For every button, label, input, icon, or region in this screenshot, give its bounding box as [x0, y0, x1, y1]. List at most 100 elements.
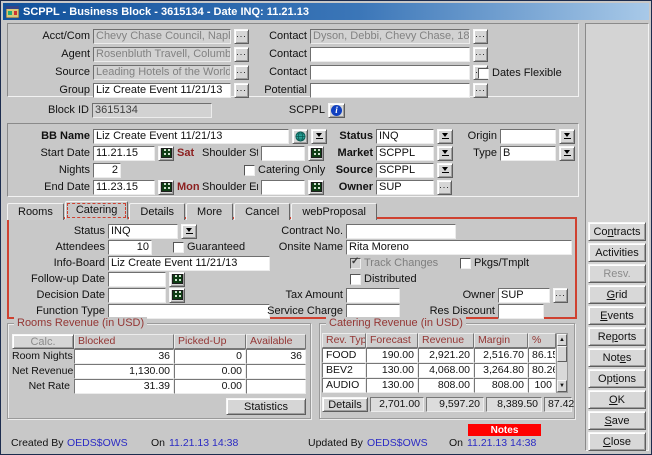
start-date-field[interactable]: 11.21.15	[93, 146, 155, 161]
cell: 36	[246, 349, 306, 364]
type-field[interactable]: B	[500, 146, 556, 161]
follow-up-calendar-button[interactable]	[169, 272, 185, 287]
acct-com-field[interactable]: Chevy Chase Council, Naples,	[93, 29, 231, 44]
shoulder-start-calendar-button[interactable]	[308, 146, 324, 161]
potential-lov-button[interactable]: ...	[473, 83, 488, 98]
resort-info-button[interactable]: i	[328, 103, 345, 118]
ok-button[interactable]: OK	[588, 390, 646, 409]
bb-name-field[interactable]: Liz Create Event 11/21/13	[93, 129, 289, 144]
source-lov-button[interactable]: ...	[234, 65, 249, 80]
tab-more[interactable]: More	[186, 203, 233, 220]
bb-owner-lov-button[interactable]: ...	[437, 180, 452, 195]
tab-rooms[interactable]: Rooms	[7, 203, 64, 220]
pkgs-tmplt-checkbox[interactable]	[460, 258, 471, 269]
tax-amount-field[interactable]	[346, 288, 400, 303]
notes-button[interactable]: Notes	[588, 348, 646, 367]
distributed-checkbox[interactable]	[350, 274, 361, 285]
status-dropdown-button[interactable]	[437, 129, 453, 144]
contracts-button[interactable]: Contracts	[588, 222, 646, 241]
bb-owner-field[interactable]: SUP	[376, 180, 434, 195]
nights-field[interactable]: 2	[93, 163, 121, 178]
bb-source-dropdown-button[interactable]	[437, 163, 453, 178]
contact1-lov-button[interactable]: ...	[473, 29, 488, 44]
acct-com-lov-button[interactable]: ...	[234, 29, 249, 44]
tab-bar: Rooms Catering Details More Cancel webPr…	[7, 201, 378, 220]
guaranteed-checkbox[interactable]	[173, 242, 184, 253]
group-lov-button[interactable]: ...	[234, 83, 249, 98]
decision-date-field[interactable]	[108, 288, 166, 303]
cell: 3,264.80	[474, 363, 528, 378]
translate-globe-button[interactable]	[292, 129, 308, 144]
contact1-field[interactable]: Dyson, Debbi, Chevy Chase, 1800-123-	[310, 29, 470, 44]
title-bar[interactable]: SCPPL - Business Block - 3615134 - Date …	[3, 3, 649, 20]
statistics-button[interactable]: Statistics	[226, 398, 306, 415]
contact3-field[interactable]	[310, 65, 470, 80]
res-discount-field[interactable]	[498, 304, 544, 319]
cat-status-field[interactable]: INQ	[108, 224, 178, 239]
status-field[interactable]: INQ	[376, 129, 434, 144]
market-dropdown-button[interactable]	[437, 146, 453, 161]
decision-calendar-button[interactable]	[169, 288, 185, 303]
column-header-forecast: Forecast	[366, 333, 418, 348]
cat-owner-lov-button[interactable]: ...	[553, 288, 568, 303]
catering-only-checkbox[interactable]	[244, 165, 255, 176]
calendar-icon	[161, 182, 172, 192]
start-date-calendar-button[interactable]	[158, 146, 174, 161]
origin-dropdown-button[interactable]	[559, 129, 575, 144]
contact2-field[interactable]	[310, 47, 470, 62]
info-board-field[interactable]: Liz Create Event 11/21/13	[108, 256, 270, 271]
tab-catering[interactable]: Catering	[65, 201, 129, 220]
track-changes-checkbox[interactable]	[350, 258, 361, 269]
activities-button[interactable]: Activities	[588, 243, 646, 262]
tab-cancel[interactable]: Cancel	[234, 203, 290, 220]
group-field[interactable]: Liz Create Event 11/21/13	[93, 83, 231, 98]
events-button[interactable]: Events	[588, 306, 646, 325]
end-date-calendar-button[interactable]	[158, 180, 174, 195]
scroll-up-icon[interactable]: ▲	[557, 334, 567, 346]
options-button[interactable]: Options	[588, 369, 646, 388]
chevron-down-icon	[316, 133, 322, 137]
agent-lov-button[interactable]: ...	[234, 47, 249, 62]
net-rate-label: Net Rate	[12, 379, 74, 394]
reports-button[interactable]: Reports	[588, 327, 646, 346]
bb-source-label: Source	[323, 164, 373, 176]
type-dropdown-button[interactable]	[559, 146, 575, 161]
notes-badge[interactable]: Notes	[468, 424, 541, 436]
cell: 808.00	[474, 378, 528, 393]
details-button[interactable]: Details	[322, 397, 368, 412]
shoulder-end-calendar-button[interactable]	[308, 180, 324, 195]
total-margin: 8,389.50	[486, 397, 542, 412]
potential-field[interactable]	[310, 83, 470, 98]
tab-webproposal[interactable]: webProposal	[291, 203, 377, 220]
resv-button: Resv.	[588, 264, 646, 283]
cell[interactable]: AUDIO	[322, 378, 366, 393]
scroll-down-icon[interactable]: ▼	[557, 380, 567, 392]
tab-details[interactable]: Details	[129, 203, 185, 220]
grid-button[interactable]: Grid	[588, 285, 646, 304]
cat-status-dropdown-button[interactable]	[181, 224, 197, 239]
shoulder-end-field[interactable]	[261, 180, 305, 195]
end-date-field[interactable]: 11.23.15	[93, 180, 155, 195]
origin-field[interactable]	[500, 129, 556, 144]
bb-source-field[interactable]: SCPPL	[376, 163, 434, 178]
cat-owner-field[interactable]: SUP	[498, 288, 550, 303]
account-section: Acct/Com Chevy Chase Council, Naples, ..…	[7, 23, 579, 97]
shoulder-start-field[interactable]	[261, 146, 305, 161]
save-button[interactable]: Save	[588, 411, 646, 430]
market-field[interactable]: SCPPL	[376, 146, 434, 161]
table-scrollbar[interactable]: ▲ ▼	[556, 333, 568, 393]
info-icon: i	[331, 105, 342, 116]
cell[interactable]: FOOD	[322, 348, 366, 363]
agent-field[interactable]: Rosenbluth Travell, Columbia, 1800-r	[93, 47, 231, 62]
calc-button[interactable]: Calc.	[12, 334, 74, 349]
column-header-rev-type: Rev. Type	[322, 333, 366, 348]
source-field[interactable]: Leading Hotels of the World, Naples,	[93, 65, 231, 80]
dates-flexible-checkbox[interactable]	[478, 68, 489, 79]
attendees-field[interactable]: 10	[108, 240, 152, 255]
cell[interactable]: BEV2	[322, 363, 366, 378]
contract-no-field[interactable]	[346, 224, 456, 239]
follow-up-date-field[interactable]	[108, 272, 166, 287]
onsite-name-field[interactable]: Rita Moreno	[346, 240, 572, 255]
scrollbar-thumb[interactable]	[557, 346, 567, 362]
contact2-lov-button[interactable]: ...	[473, 47, 488, 62]
